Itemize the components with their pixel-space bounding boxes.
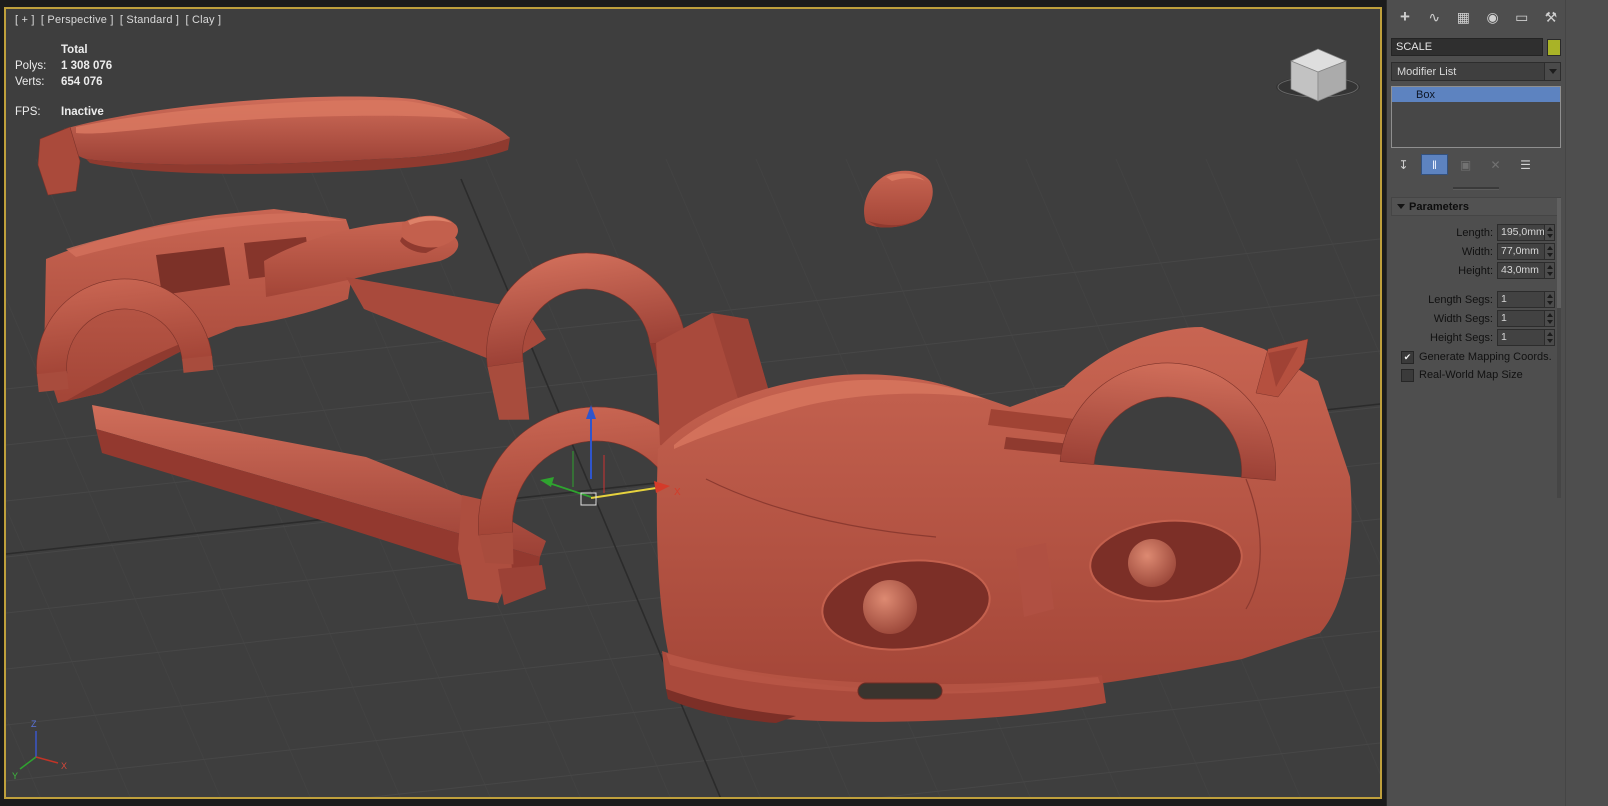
statistics-overlay: Total Polys: 1 308 076 Verts: 654 076 FPS:…: [15, 42, 112, 120]
length-segs-field[interactable]: 1: [1497, 291, 1555, 308]
length-field[interactable]: 195,0mm: [1497, 224, 1555, 241]
width-segs-spinner[interactable]: [1544, 311, 1554, 326]
viewport-menu-general[interactable]: [ + ]: [15, 14, 35, 26]
tripod-x-label: X: [61, 761, 67, 771]
stats-verts-value: 654 076: [61, 76, 103, 88]
stats-polys-label: Polys:: [15, 60, 47, 72]
generate-mapping-coords-label: Generate Mapping Coords.: [1419, 351, 1552, 363]
tripod-z-label: Z: [31, 719, 37, 729]
object-color-swatch[interactable]: [1547, 38, 1561, 56]
length-segs-label: Length Segs:: [1428, 293, 1493, 306]
show-end-result-icon[interactable]: ‖: [1421, 154, 1448, 175]
height-field[interactable]: 43,0mm: [1497, 262, 1555, 279]
stats-total-header: Total: [61, 44, 88, 56]
command-panel: + ∿ ▦ ◉ ▭ ⚒ Modifier List Box ↧ ‖ ▣ ✕ ☰: [1386, 0, 1608, 806]
viewcube[interactable]: [1276, 48, 1360, 102]
rollout-scrollbar[interactable]: [1557, 198, 1561, 498]
dropdown-arrow-button[interactable]: [1544, 63, 1560, 80]
command-panel-tabs: + ∿ ▦ ◉ ▭ ⚒: [1387, 0, 1565, 32]
height-segs-field[interactable]: 1: [1497, 329, 1555, 346]
tripod-y-label: Y: [12, 771, 18, 781]
configure-modifier-sets-icon[interactable]: ☰: [1513, 155, 1538, 174]
modifier-stack[interactable]: Box: [1391, 86, 1561, 148]
modifier-stack-toolbar: ↧ ‖ ▣ ✕ ☰: [1391, 154, 1561, 175]
width-spinner[interactable]: [1544, 244, 1554, 259]
parameters-rollout-title: Parameters: [1409, 200, 1469, 213]
length-label: Length:: [1456, 226, 1493, 239]
make-unique-icon[interactable]: ▣: [1453, 155, 1478, 174]
pin-stack-icon[interactable]: ↧: [1391, 155, 1416, 174]
stats-verts-label: Verts:: [15, 76, 45, 88]
width-segs-field[interactable]: 1: [1497, 310, 1555, 327]
viewport-menu-render-preset[interactable]: [ Standard ]: [120, 14, 179, 26]
modifier-list-label: Modifier List: [1397, 65, 1457, 78]
viewport[interactable]: X Z Y X [ + ] [Perspective] [Standard…: [4, 7, 1382, 799]
height-spinner[interactable]: [1544, 263, 1554, 278]
gizmo-x-label: X: [674, 487, 681, 498]
side-skirt-part[interactable]: [92, 405, 546, 605]
width-field[interactable]: 77,0mm: [1497, 243, 1555, 260]
create-tab-icon[interactable]: +: [1393, 5, 1417, 29]
modify-tab-icon[interactable]: ∿: [1422, 5, 1446, 29]
panel-splitter-grip[interactable]: [1387, 185, 1565, 191]
stats-polys-value: 1 308 076: [61, 60, 113, 72]
panel-seam: [1565, 0, 1566, 806]
height-segs-label: Height Segs:: [1430, 331, 1493, 344]
stats-fps-label: FPS:: [15, 106, 41, 118]
parameters-rollout-body: Length: 195,0mm Width: 77,0mm Height: 43…: [1387, 216, 1565, 386]
length-spinner[interactable]: [1544, 225, 1554, 240]
real-world-map-size-label: Real-World Map Size: [1419, 369, 1523, 381]
viewport-label: [ + ] [ Perspective ] [ Standard ] [ Cla…: [15, 14, 224, 26]
display-tab-icon[interactable]: ▭: [1510, 5, 1534, 29]
parameters-rollout-header[interactable]: Parameters: [1391, 197, 1561, 216]
car-model[interactable]: [28, 96, 1352, 723]
length-segs-spinner[interactable]: [1544, 292, 1554, 307]
utilities-tab-icon[interactable]: ⚒: [1539, 5, 1563, 29]
rollout-collapse-icon: [1397, 204, 1405, 209]
mirror-fin-part[interactable]: [864, 170, 933, 228]
generate-mapping-coords-checkbox[interactable]: ✔: [1401, 350, 1414, 364]
hierarchy-tab-icon[interactable]: ▦: [1451, 5, 1475, 29]
modifier-list-dropdown[interactable]: Modifier List: [1391, 62, 1561, 81]
viewport-menu-shading[interactable]: [ Clay ]: [185, 14, 221, 26]
modifier-stack-item-box[interactable]: Box: [1392, 87, 1560, 102]
viewport-frame: X Z Y X [ + ] [Perspective] [Standard…: [0, 0, 1386, 806]
height-label: Height:: [1458, 264, 1493, 277]
chevron-down-icon: [1548, 69, 1557, 74]
object-name-row: [1391, 38, 1561, 56]
viewport-menu-pov[interactable]: [ Perspective ]: [41, 14, 114, 26]
remove-modifier-icon[interactable]: ✕: [1483, 155, 1508, 174]
object-name-input[interactable]: [1391, 38, 1543, 56]
width-label: Width:: [1461, 245, 1493, 258]
motion-tab-icon[interactable]: ◉: [1481, 5, 1505, 29]
real-world-map-size-checkbox[interactable]: [1401, 368, 1414, 382]
height-segs-spinner[interactable]: [1544, 330, 1554, 345]
width-segs-label: Width Segs:: [1433, 312, 1493, 325]
stats-fps-value: Inactive: [61, 106, 104, 118]
viewport-canvas[interactable]: X Z Y X: [6, 9, 1380, 797]
